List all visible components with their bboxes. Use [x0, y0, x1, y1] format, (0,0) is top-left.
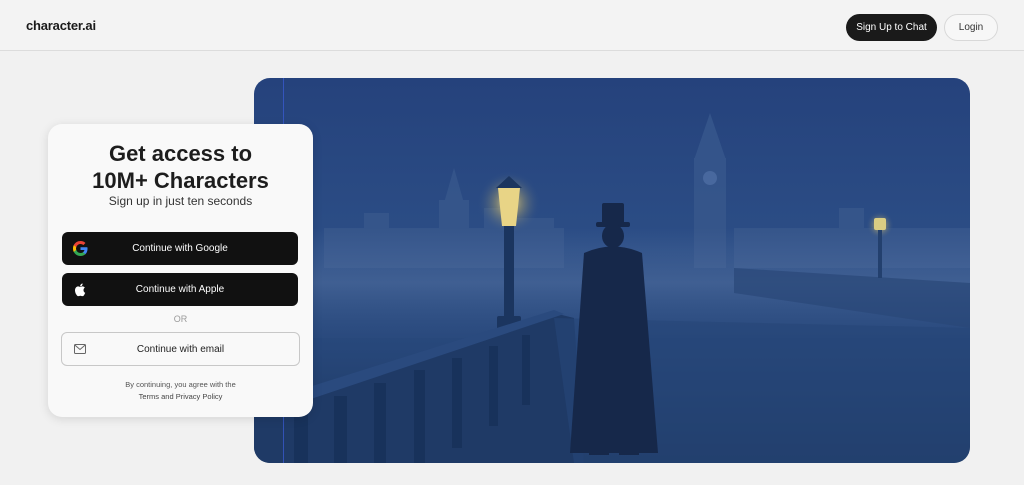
login-button[interactable]: Login: [944, 14, 998, 41]
signup-subtitle: Sign up in just ten seconds: [108, 194, 253, 208]
foggy-london-scene-image: [254, 113, 970, 463]
heading-line-2: 10M+ Characters: [92, 168, 269, 193]
legal-notice: By continuing, you agree with the Terms …: [48, 379, 313, 403]
google-icon: [73, 241, 88, 256]
or-divider: OR: [173, 314, 188, 324]
legal-text: By continuing, you agree with the: [125, 380, 236, 389]
sign-up-to-chat-button[interactable]: Sign Up to Chat: [846, 14, 937, 41]
signup-heading: Get access to 10M+ Characters: [48, 140, 313, 194]
signup-card: Get access to 10M+ Characters Sign up in…: [48, 124, 313, 417]
continue-with-apple-button[interactable]: Continue with Apple: [62, 273, 298, 306]
heading-line-1: Get access to: [108, 141, 253, 166]
apple-icon: [75, 283, 86, 297]
apple-button-label: Continue with Apple: [135, 284, 225, 295]
terms-privacy-link[interactable]: Terms and Privacy Policy: [48, 391, 313, 403]
top-nav-bar: character.ai Sign Up to Chat Login: [0, 0, 1024, 51]
continue-with-google-button[interactable]: Continue with Google: [62, 232, 298, 265]
continue-with-email-button[interactable]: Continue with email: [61, 332, 300, 366]
email-button-label: Continue with email: [136, 343, 225, 355]
character-ai-logo[interactable]: character.ai: [26, 18, 96, 33]
hero-illustration: [254, 78, 970, 463]
google-button-label: Continue with Google: [132, 243, 228, 254]
mail-icon: [74, 344, 86, 354]
